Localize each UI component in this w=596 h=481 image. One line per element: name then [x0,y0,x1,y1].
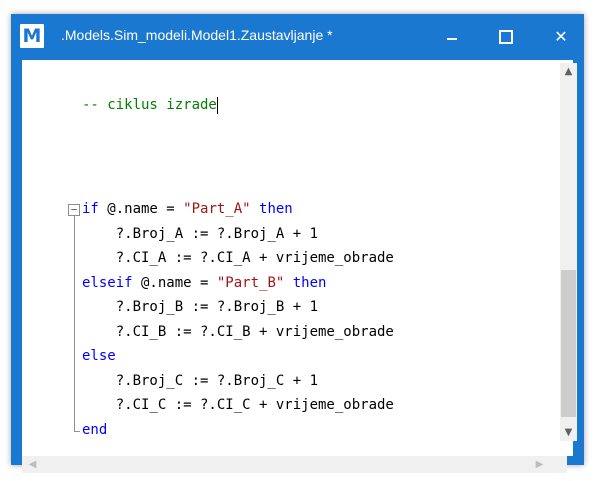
editor-frame: − -- ciklus izrade if @.name = "Part_A" … [22,60,577,456]
editor-window: M .Models.Sim_modeli.Model1.Zaustavljanj… [11,14,584,473]
code-line-broj-c: ?.Broj_C := ?.Broj_C + 1 [82,372,319,389]
code-line-end: end [82,421,108,438]
code-line-ci-c: ?.CI_C := ?.CI_C + vrijeme_obrade [82,397,394,413]
minimize-button[interactable] [429,14,475,60]
vertical-scrollbar[interactable]: ▲ ▼ [560,63,577,441]
scroll-right-icon[interactable]: ▶ [531,456,548,473]
text-caret [216,96,218,114]
title-bar[interactable]: M .Models.Sim_modeli.Model1.Zaustavljanj… [11,14,584,60]
code-editor[interactable]: − -- ciklus izrade if @.name = "Part_A" … [22,60,553,437]
window-title: .Models.Sim_modeli.Model1.Zaustavljanje … [61,27,333,43]
code-line-ci-a: ?.CI_A := ?.CI_A + vrijeme_obrade [82,250,394,266]
minimize-icon [447,38,457,40]
horizontal-scrollbar[interactable]: ◀ ▶ [22,456,548,473]
code-line-elseif: elseif @.name = "Part_B" then [82,274,327,291]
scroll-down-icon[interactable]: ▼ [560,424,577,441]
code-line-ci-b: ?.CI_B := ?.CI_B + vrijeme_obrade [82,323,394,340]
scroll-left-icon[interactable]: ◀ [24,456,41,473]
maximize-button[interactable] [483,14,529,60]
code-text: -- ciklus izrade if @.name = "Part_A" th… [82,60,394,437]
close-button[interactable]: ✕ [538,14,584,60]
code-line-comment: -- ciklus izrade [82,96,218,114]
maximize-icon [499,30,513,44]
fold-guide-end [74,431,80,432]
app-icon: M [20,24,44,48]
vertical-scroll-thumb[interactable] [561,270,576,417]
code-line-if: if @.name = "Part_A" then [82,201,293,217]
code-line-broj-b: ?.Broj_B := ?.Broj_B + 1 [82,299,319,315]
scroll-up-icon[interactable]: ▲ [560,63,577,80]
fold-guide-line [74,216,75,432]
code-line-broj-a: ?.Broj_A := ?.Broj_A + 1 [82,225,319,242]
close-icon: ✕ [554,27,568,46]
code-line-else: else [82,348,116,364]
fold-collapse-icon[interactable]: − [68,204,80,216]
scrollbar-corner [548,456,567,473]
